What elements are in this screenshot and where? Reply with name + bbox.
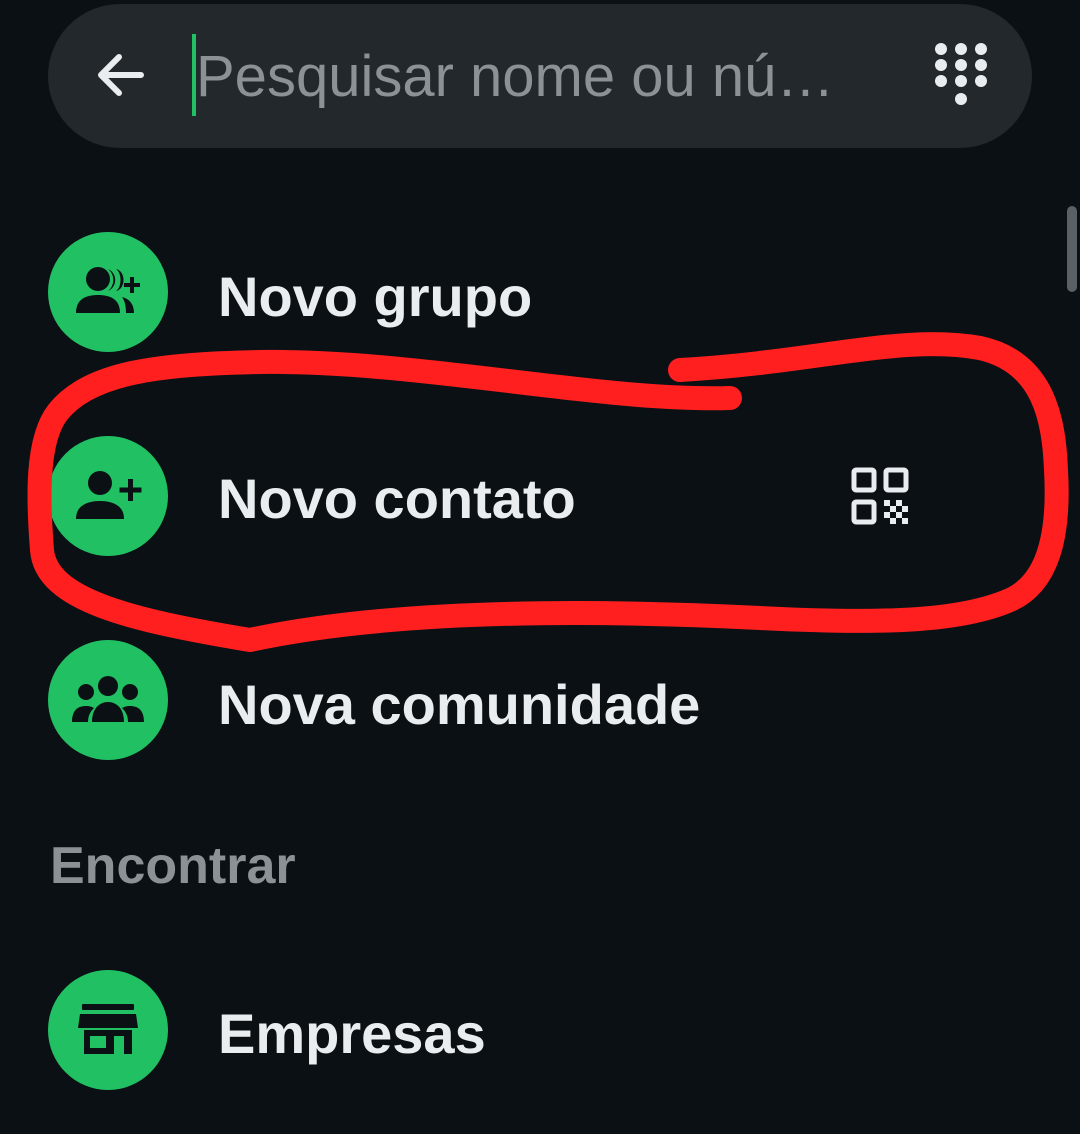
arrow-left-icon [98, 54, 144, 96]
new-group-label: Novo grupo [218, 265, 533, 328]
new-community-label: Nova comunidade [218, 673, 701, 736]
person-add-icon [76, 471, 142, 519]
menu-item-new-group[interactable]: Novo grupo [0, 206, 1060, 376]
scrollbar-thumb[interactable] [1067, 206, 1077, 292]
dialpad-icon [935, 43, 987, 105]
qr-code-icon [851, 467, 909, 525]
new-contact-label: Novo contato [218, 467, 576, 530]
new-group-avatar [48, 232, 168, 352]
businesses-avatar [48, 970, 168, 1090]
menu-item-new-community[interactable]: Nova comunidade [0, 616, 1060, 786]
qr-code-button[interactable] [846, 462, 914, 530]
new-community-avatar [48, 640, 168, 760]
community-icon [72, 676, 144, 722]
menu-item-businesses[interactable]: Empresas [0, 946, 1060, 1116]
group-add-icon [76, 267, 140, 313]
storefront-icon [78, 1004, 138, 1054]
back-button[interactable] [86, 42, 152, 108]
new-contact-avatar [48, 436, 168, 556]
find-section-header: Encontrar [50, 837, 296, 895]
dialpad-button[interactable] [926, 38, 996, 112]
businesses-label: Empresas [218, 1002, 486, 1065]
search-input[interactable] [196, 30, 876, 122]
